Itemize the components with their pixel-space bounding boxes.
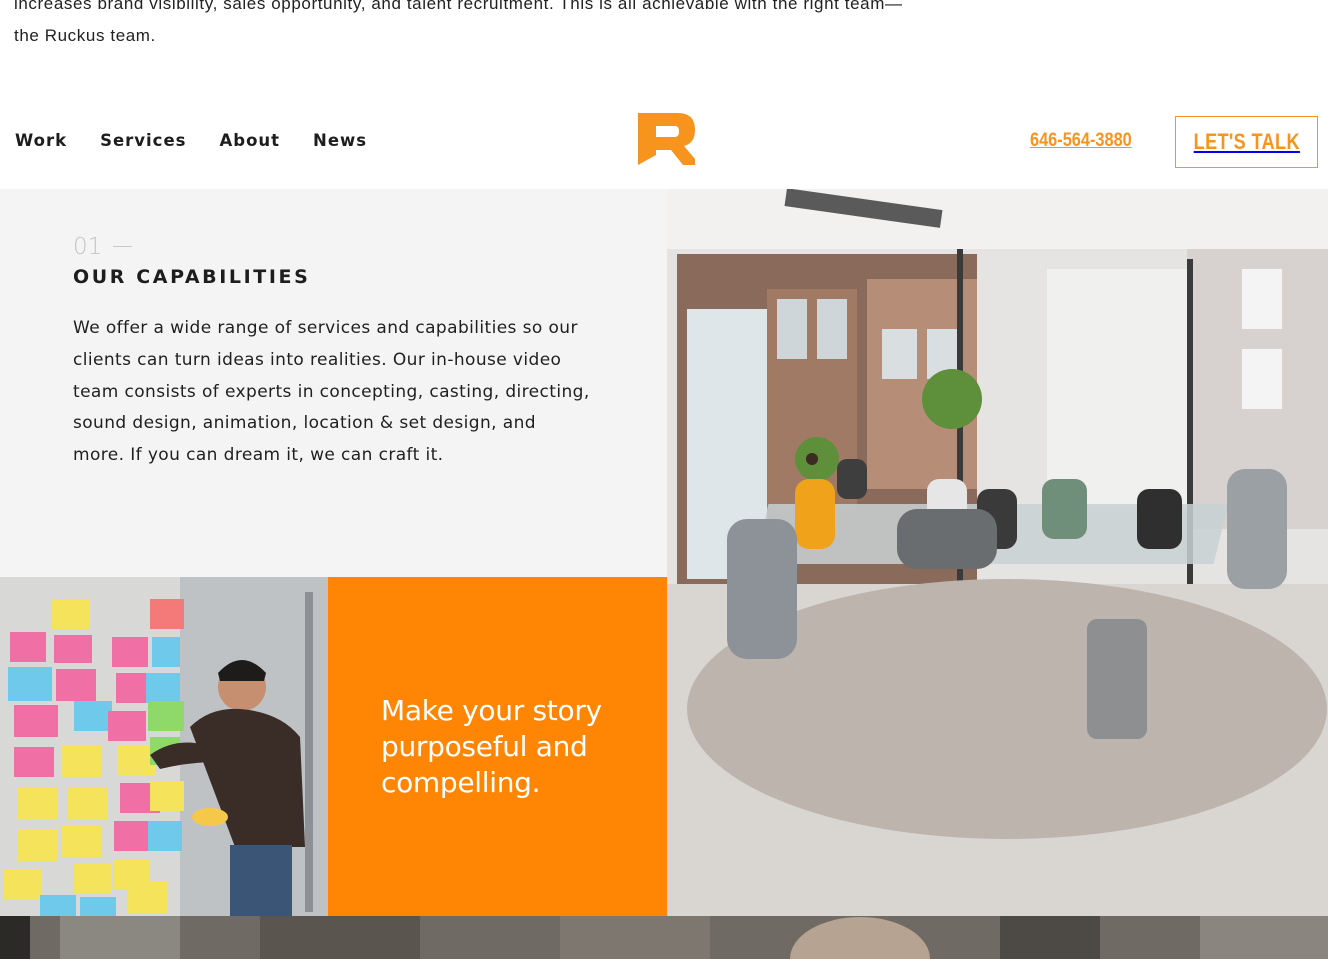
- nav-news[interactable]: News: [313, 131, 367, 150]
- tagline: Make your story purposeful and compellin…: [381, 694, 602, 799]
- r-logo-icon: [638, 113, 695, 165]
- meeting-room-photo: [667, 189, 1328, 916]
- intro-paragraph: increases brand visibility, sales opport…: [14, 0, 974, 52]
- main-nav: Work Services About News: [15, 131, 400, 150]
- next-section-photo: [0, 916, 1328, 959]
- capabilities-description: We offer a wide range of services and ca…: [73, 318, 590, 466]
- lets-talk-label: LET'S TALK: [1193, 129, 1300, 154]
- sticky-notes-photo: [0, 577, 328, 916]
- lets-talk-button[interactable]: LET'S TALK: [1175, 116, 1318, 168]
- section-number-dash: [113, 246, 132, 247]
- ruckus-logo[interactable]: [638, 112, 696, 166]
- nav-services[interactable]: Services: [100, 131, 186, 150]
- intro-line-1: increases brand visibility, sales opport…: [14, 0, 903, 13]
- phone-link[interactable]: 646-564-3880: [1030, 130, 1132, 152]
- section-title: OUR CAPABILITIES: [73, 266, 311, 288]
- sticky-notes-image: [0, 577, 328, 916]
- intro-line-2: the Ruckus team.: [14, 26, 156, 45]
- nav-work[interactable]: Work: [15, 131, 67, 150]
- nav-about[interactable]: About: [219, 131, 280, 150]
- next-section-image: [0, 916, 1328, 959]
- meeting-room-image: [667, 189, 1328, 916]
- section-number: 01: [73, 234, 103, 260]
